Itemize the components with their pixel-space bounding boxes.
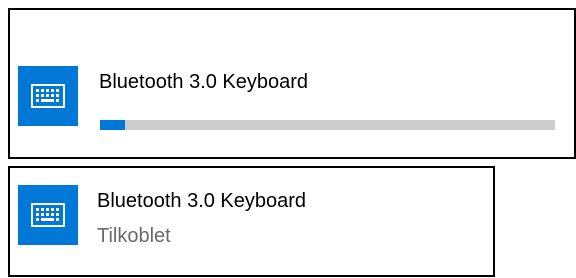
device-name-label: Bluetooth 3.0 Keyboard (97, 190, 307, 212)
device-icon-tile (18, 66, 78, 126)
pairing-device-card[interactable]: Bluetooth 3.0 Keyboard (8, 8, 576, 159)
pairing-progress-bar (100, 120, 555, 130)
device-icon-tile (18, 185, 78, 245)
pairing-progress-fill (100, 120, 126, 130)
keyboard-icon (31, 84, 65, 108)
connected-device-card[interactable]: Bluetooth 3.0 Keyboard Tilkoblet (8, 166, 495, 277)
device-name-label: Bluetooth 3.0 Keyboard (99, 71, 309, 93)
keyboard-icon (31, 203, 65, 227)
connection-status-label: Tilkoblet (97, 225, 171, 247)
